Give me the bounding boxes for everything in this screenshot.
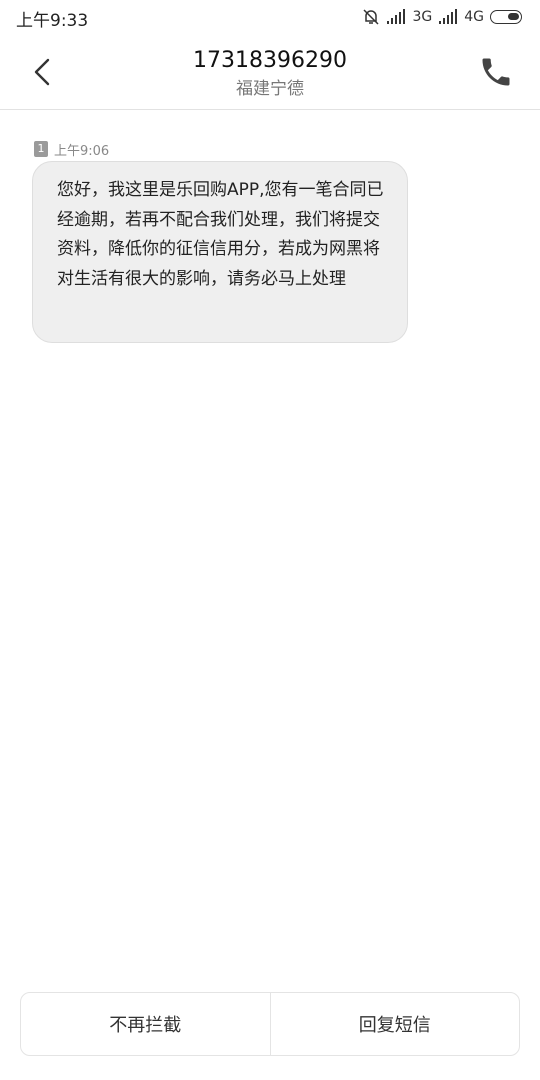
contact-location: 福建宁德 xyxy=(236,79,304,99)
message-text: 您好，我这里是乐回购APP,您有一笔合同已经逾期，若再不配合我们处理，我们将提交… xyxy=(57,180,384,289)
mute-bell-icon xyxy=(363,9,379,25)
network-type-3g: 3G xyxy=(412,9,433,25)
sim-badge: 1 xyxy=(34,141,48,157)
network-type-4g: 4G xyxy=(464,9,484,25)
message-time: 上午9:06 xyxy=(54,143,110,159)
status-bar: 上午9:33 3G 4G xyxy=(0,0,540,34)
signal-icon xyxy=(387,9,406,24)
battery-icon xyxy=(490,10,522,24)
bottom-action-bar: 不再拦截 回复短信 xyxy=(20,992,520,1056)
message-bubble[interactable]: 您好，我这里是乐回购APP,您有一笔合同已经逾期，若再不配合我们处理，我们将提交… xyxy=(32,161,408,343)
message-meta: 1 上午9:06 xyxy=(34,140,110,159)
contact-number: 17318396290 xyxy=(193,48,347,73)
conversation-header: 17318396290 福建宁德 xyxy=(0,34,540,110)
reply-sms-button[interactable]: 回复短信 xyxy=(269,993,520,1055)
stop-blocking-button[interactable]: 不再拦截 xyxy=(21,993,270,1055)
status-icons: 3G 4G xyxy=(362,6,522,28)
phone-icon[interactable] xyxy=(478,54,514,90)
signal-icon xyxy=(439,9,458,24)
status-time: 上午9:33 xyxy=(16,11,89,31)
